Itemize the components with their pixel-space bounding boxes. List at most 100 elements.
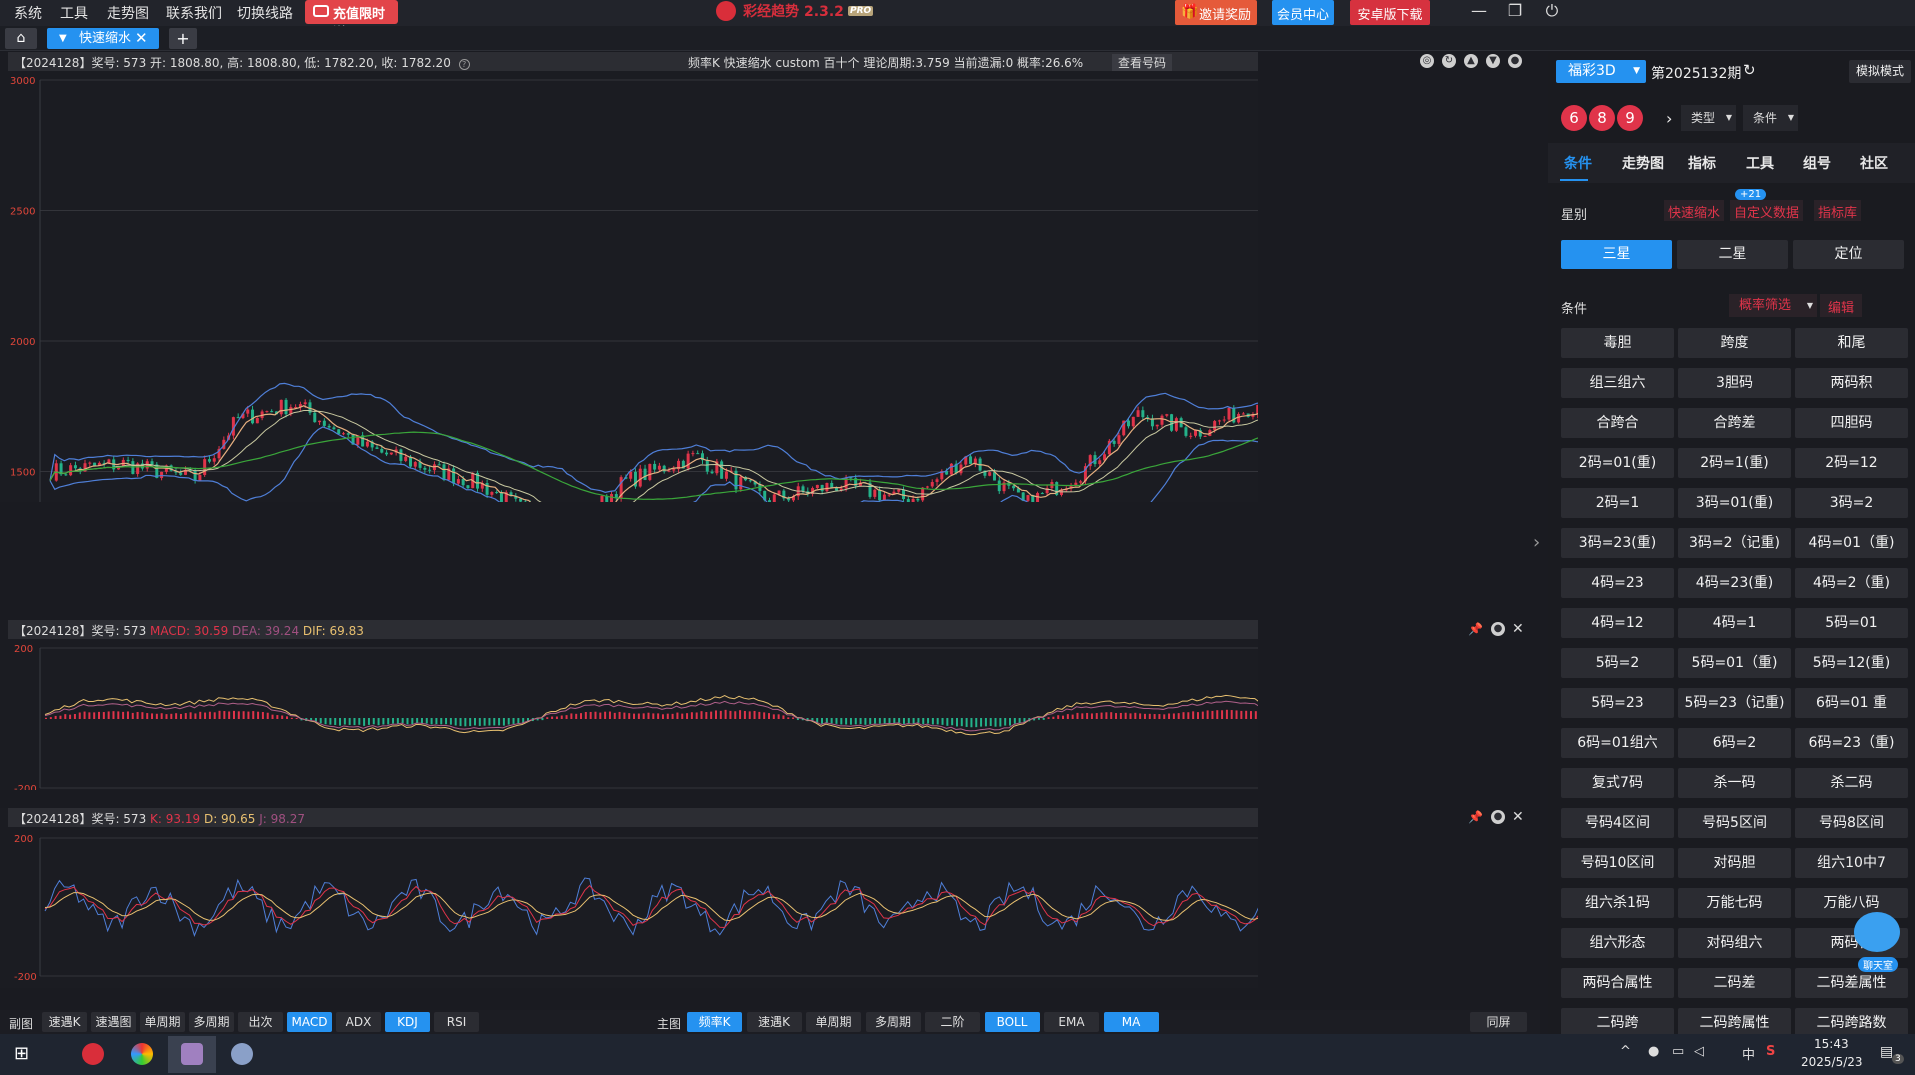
refresh-icon[interactable]: ↻ [1743, 61, 1756, 79]
menu-system[interactable]: 系统 [14, 3, 42, 23]
condition-button[interactable]: 号码10区间 [1561, 848, 1674, 878]
condition-button[interactable]: 四胆码 [1795, 408, 1908, 438]
tab-quick-filter[interactable]: ▼ 快速缩水 ✕ [47, 28, 159, 49]
pin-icon[interactable]: 📌 [1468, 622, 1483, 636]
condition-button[interactable]: 5码=23 [1561, 688, 1674, 718]
condition-button[interactable]: 二码差属性 [1795, 968, 1908, 998]
condition-select[interactable]: 条件 ▼ [1743, 105, 1798, 131]
member-center-button[interactable]: 会员中心 [1272, 0, 1334, 25]
condition-button[interactable]: 复式7码 [1561, 768, 1674, 798]
power-icon[interactable]: ⏻ [1537, 0, 1567, 24]
condition-button[interactable]: 4码=2（重) [1795, 568, 1908, 598]
up-icon[interactable]: ▲ [1464, 54, 1478, 68]
active-app-slot[interactable] [168, 1036, 216, 1073]
paint-app-icon[interactable] [231, 1043, 253, 1065]
sub-indicator-7[interactable]: KDJ [385, 1012, 430, 1032]
condition-button[interactable]: 万能八码 [1795, 888, 1908, 918]
collapse-side-icon[interactable]: › [1533, 532, 1540, 553]
custom-data-link[interactable]: 自定义数据 [1730, 200, 1804, 221]
prob-filter-select[interactable]: 概率筛选 ▼ [1729, 294, 1817, 317]
tab-tools[interactable]: 工具 [1746, 153, 1774, 173]
lottery-select[interactable]: 福彩3D ▼ [1556, 60, 1646, 83]
condition-button[interactable]: 2码=01(重) [1561, 448, 1674, 478]
condition-button[interactable]: 毒胆 [1561, 328, 1674, 358]
condition-button[interactable]: 5码=01（重) [1678, 648, 1791, 678]
condition-button[interactable]: 2码=1(重) [1678, 448, 1791, 478]
clock-date[interactable]: 2025/5/23 [1801, 1055, 1863, 1069]
tab-trend[interactable]: 走势图 [1622, 153, 1664, 173]
clock-time[interactable]: 15:43 [1814, 1037, 1849, 1051]
quick-filter-link[interactable]: 快速缩水 [1664, 200, 1725, 221]
chevron-right-icon[interactable]: › [1666, 109, 1672, 128]
condition-button[interactable]: 5码=01 [1795, 608, 1908, 638]
condition-button[interactable]: 杀一码 [1678, 768, 1791, 798]
down-icon[interactable]: ▼ [1486, 54, 1500, 68]
condition-button[interactable]: 和尾 [1795, 328, 1908, 358]
condition-button[interactable]: 4码=01（重) [1795, 528, 1908, 558]
edit-button[interactable]: 编辑 [1820, 294, 1863, 317]
condition-button[interactable]: 3码=2（记重) [1678, 528, 1791, 558]
sub-indicator-3[interactable]: 多周期 [189, 1012, 234, 1032]
condition-button[interactable]: 对码胆 [1678, 848, 1791, 878]
ime-indicator[interactable]: 中 [1742, 1044, 1755, 1063]
android-download-button[interactable]: 安卓版下载 [1350, 0, 1430, 25]
condition-button[interactable]: 组六形态 [1561, 928, 1674, 958]
compass-icon[interactable]: ◎ [1420, 54, 1434, 68]
close-icon[interactable]: ✕ [1512, 621, 1524, 637]
recharge-promo-button[interactable]: 充值限时送 [305, 0, 398, 41]
condition-button[interactable]: 号码8区间 [1795, 808, 1908, 838]
tray-chevron-icon[interactable]: ^ [1620, 1044, 1631, 1059]
settings-icon[interactable]: ● [1491, 622, 1505, 636]
main-indicator-7[interactable]: MA [1103, 1012, 1159, 1032]
tab-groups[interactable]: 组号 [1803, 153, 1831, 173]
star-two-button[interactable]: 二星 [1677, 240, 1788, 269]
same-screen-button[interactable]: 同屏 [1470, 1012, 1527, 1032]
condition-button[interactable]: 组三组六 [1561, 368, 1674, 398]
condition-button[interactable]: 6码=01 重 [1795, 688, 1908, 718]
condition-button[interactable]: 杀二码 [1795, 768, 1908, 798]
home-icon[interactable]: ⌂ [5, 28, 37, 49]
sub-indicator-4[interactable]: 出次 [238, 1012, 283, 1032]
network-icon[interactable]: ▭ [1672, 1044, 1684, 1059]
type-select[interactable]: 类型 ▼ [1681, 105, 1736, 131]
restore-icon[interactable]: ❐ [1500, 0, 1530, 24]
condition-button[interactable]: 两码积 [1795, 368, 1908, 398]
star-three-button[interactable]: 三星 [1561, 240, 1672, 269]
condition-button[interactable]: 6码=23（重) [1795, 728, 1908, 758]
app-taskbar-icon[interactable] [82, 1043, 104, 1065]
main-indicator-6[interactable]: EMA [1044, 1012, 1099, 1032]
condition-button[interactable]: 合跨合 [1561, 408, 1674, 438]
sogou-icon[interactable]: S [1766, 1044, 1775, 1059]
tab-community[interactable]: 社区 [1860, 153, 1888, 173]
volume-icon[interactable]: ◁ [1694, 1044, 1704, 1059]
condition-button[interactable]: 合跨差 [1678, 408, 1791, 438]
condition-button[interactable]: 3码=23(重) [1561, 528, 1674, 558]
windows-start-icon[interactable]: ⊞ [14, 1043, 29, 1064]
condition-button[interactable]: 4码=23 [1561, 568, 1674, 598]
add-tab-icon[interactable]: + [169, 28, 197, 49]
sub-indicator-8[interactable]: RSI [434, 1012, 479, 1032]
condition-button[interactable]: 组六10中7 [1795, 848, 1908, 878]
indicator-lib-link[interactable]: 指标库 [1814, 200, 1862, 221]
condition-button[interactable]: 2码=12 [1795, 448, 1908, 478]
chat-bot-icon[interactable] [1854, 912, 1900, 952]
sub-indicator-1[interactable]: 速遇图 [91, 1012, 136, 1032]
browser-icon[interactable] [131, 1043, 153, 1065]
sim-mode-button[interactable]: 模拟模式 [1849, 60, 1911, 83]
invite-reward-button[interactable]: 🎁 邀请奖励 [1175, 0, 1257, 25]
condition-button[interactable]: 组六杀1码 [1561, 888, 1674, 918]
close-icon[interactable]: ✕ [135, 28, 148, 49]
condition-button[interactable]: 4码=12 [1561, 608, 1674, 638]
minimize-icon[interactable]: — [1464, 0, 1494, 24]
condition-button[interactable]: 5码=2 [1561, 648, 1674, 678]
menu-tools[interactable]: 工具 [60, 3, 88, 23]
condition-button[interactable]: 5码=12(重) [1795, 648, 1908, 678]
settings-icon[interactable]: ● [1491, 810, 1505, 824]
condition-button[interactable]: 号码5区间 [1678, 808, 1791, 838]
condition-button[interactable]: 3码=2 [1795, 488, 1908, 518]
condition-button[interactable]: 3胆码 [1678, 368, 1791, 398]
condition-button[interactable]: 万能七码 [1678, 888, 1791, 918]
settings-icon[interactable]: ● [1508, 54, 1522, 68]
condition-button[interactable]: 对码组六 [1678, 928, 1791, 958]
sub-indicator-5[interactable]: MACD [287, 1012, 332, 1032]
